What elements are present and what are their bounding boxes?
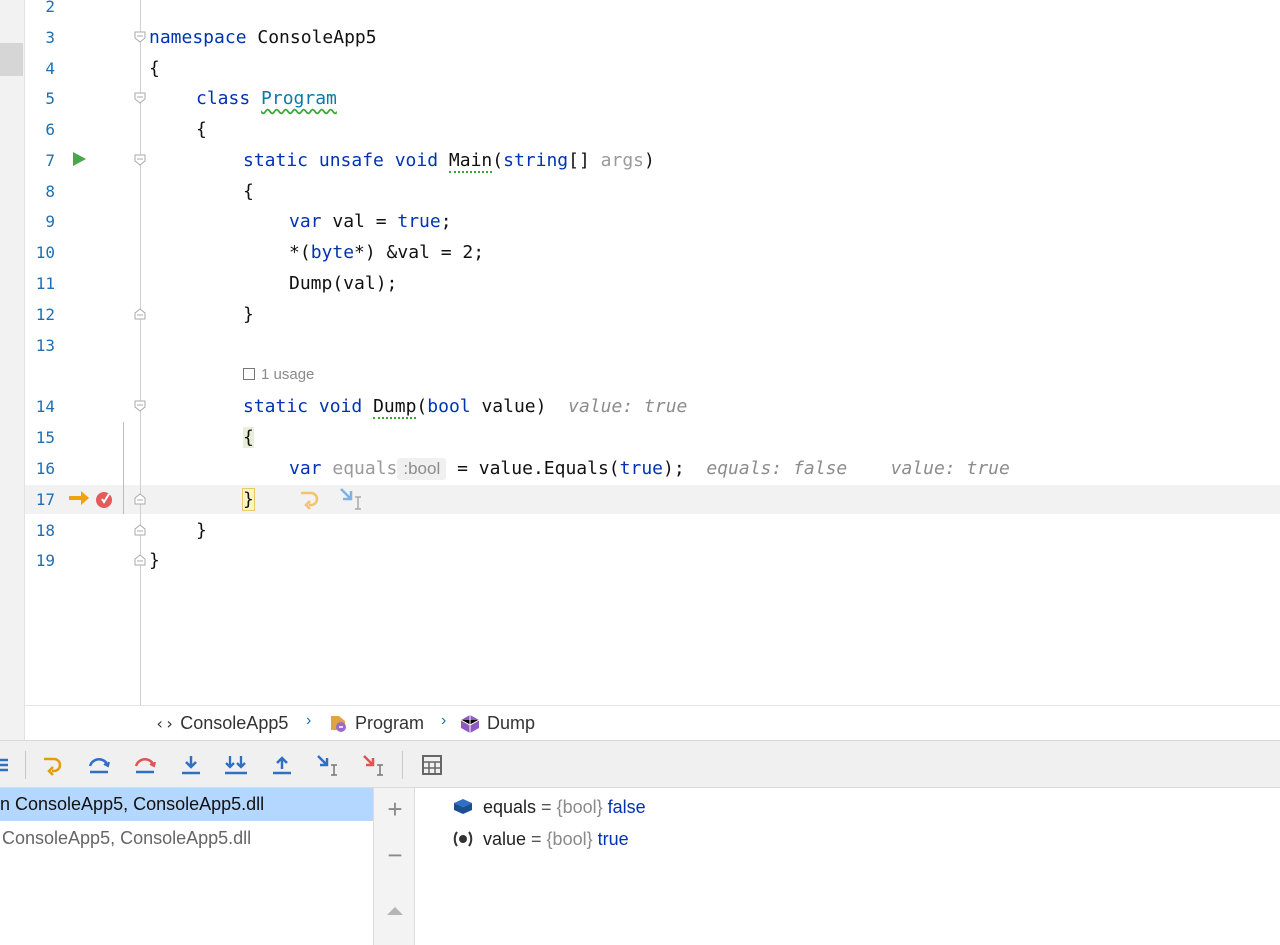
inline-debug-value: equals: false	[706, 458, 848, 479]
breadcrumb: ‹› ConsoleApp5 › Program › Dump	[25, 705, 1280, 741]
variables-panel: equals = {bool} false value = {bool} tru…	[416, 788, 1280, 945]
chevron-right-icon: ›	[441, 712, 447, 729]
evaluate-expression-button[interactable]	[419, 751, 445, 779]
code-line-4: {	[149, 58, 160, 79]
code-line-10: *(byte*) &val = 2;	[289, 242, 485, 263]
left-tool-selected[interactable]	[0, 43, 23, 76]
variable-name: equals	[483, 797, 537, 817]
step-over-inline-icon[interactable]	[297, 487, 323, 511]
code-line-15: {	[243, 427, 254, 448]
watch-sidebar: + −	[373, 788, 415, 945]
code-line-9: var val = true;	[289, 211, 452, 232]
step-over-button[interactable]	[86, 751, 112, 779]
variable-row[interactable]: value = {bool} true	[452, 824, 629, 854]
show-execution-point-button[interactable]	[40, 751, 66, 779]
code-line-18: }	[196, 520, 207, 541]
line-number: 13	[35, 336, 55, 355]
code-line-6: {	[196, 119, 207, 140]
breadcrumb-method[interactable]: Dump	[459, 713, 535, 734]
local-variable-icon	[454, 799, 472, 814]
code-line-14: static void Dump(bool value) value: true	[243, 396, 688, 419]
namespace-icon: ‹›	[155, 714, 175, 733]
step-out-button[interactable]	[269, 751, 295, 779]
code-line-17: }	[242, 488, 255, 511]
breadcrumb-class[interactable]: Program	[327, 713, 424, 734]
method-icon	[460, 714, 480, 733]
triangle-up-icon	[387, 907, 403, 915]
variable-name: value	[483, 829, 527, 849]
force-step-over-button[interactable]	[132, 751, 158, 779]
frame-item[interactable]: ConsoleApp5, ConsoleApp5.dll	[2, 822, 375, 855]
code-line-16: var equals:bool = value.Equals(true); eq…	[289, 458, 1010, 480]
code-line-8: {	[243, 181, 254, 202]
chevron-right-icon: ›	[306, 712, 312, 729]
remove-watch-button[interactable]: −	[374, 840, 416, 871]
force-run-to-cursor-button[interactable]	[361, 751, 387, 779]
usage-codelens[interactable]: 1 usage	[243, 366, 314, 383]
code-line-5: class Program	[196, 88, 337, 109]
code-line-3: namespace ConsoleApp5	[149, 27, 377, 48]
toolbar-separator	[402, 751, 403, 779]
frames-panel: n ConsoleApp5, ConsoleApp5.dll ConsoleAp…	[0, 788, 373, 945]
code-line-12: }	[243, 304, 254, 325]
line-number: 2	[45, 0, 55, 16]
parameter-icon	[453, 831, 473, 847]
inline-debug-value: value: true	[890, 458, 1010, 479]
external-link-icon	[243, 368, 255, 380]
class-icon	[331, 715, 346, 732]
toolbar-separator	[25, 751, 26, 779]
code-editor[interactable]: 2 3 4 5 6 7 8 9 10 11 12 13 14 15 16 17 …	[25, 0, 1280, 705]
frame-item[interactable]: n ConsoleApp5, ConsoleApp5.dll	[0, 788, 373, 821]
code-line-11: Dump(val);	[289, 273, 398, 294]
run-to-cursor-button[interactable]	[315, 751, 341, 779]
left-tool-strip	[0, 0, 25, 740]
debug-toolbar	[0, 740, 1280, 788]
move-up-button[interactable]	[374, 892, 416, 923]
variable-row[interactable]: equals = {bool} false	[452, 792, 646, 822]
code-line-19: }	[149, 550, 160, 571]
breadcrumb-namespace[interactable]: ‹› ConsoleApp5	[155, 713, 288, 734]
smart-step-into-button[interactable]	[223, 751, 249, 779]
menu-icon[interactable]	[0, 751, 14, 779]
step-into-button[interactable]	[178, 751, 204, 779]
type-hint: :bool	[397, 458, 447, 480]
run-to-cursor-inline-icon[interactable]	[337, 485, 365, 511]
inline-debug-value: value: true	[568, 396, 688, 417]
move-down-button[interactable]	[374, 928, 416, 945]
code-line-7: static unsafe void Main(string[] args)	[243, 150, 655, 173]
add-watch-button[interactable]: +	[374, 794, 416, 825]
